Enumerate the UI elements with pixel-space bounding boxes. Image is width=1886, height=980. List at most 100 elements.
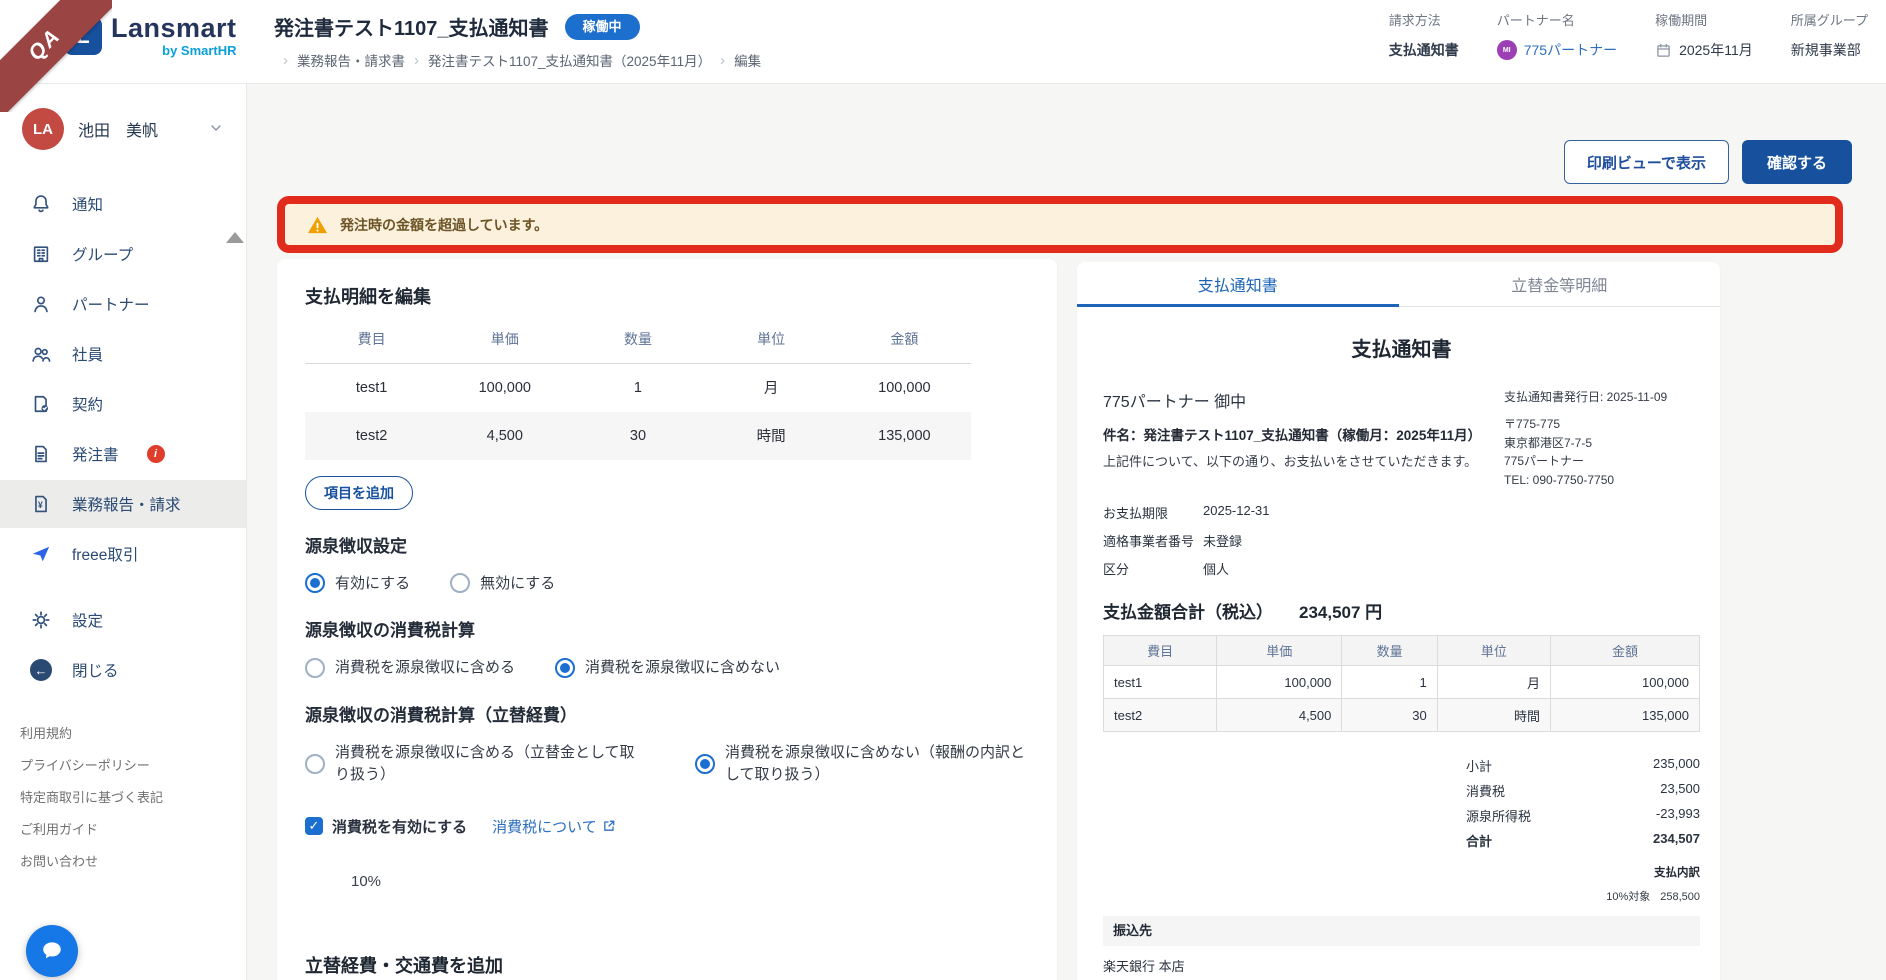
cell-amount: 135,000 bbox=[1550, 699, 1699, 732]
sidebar-scroll-indicator[interactable] bbox=[226, 232, 244, 243]
col-header-category: 費目 bbox=[1104, 636, 1217, 666]
sidebar-item-notifications[interactable]: 通知 bbox=[0, 180, 246, 228]
radio-expense-include[interactable]: 消費税を源泉徴収に含める（立替金として取り扱う） bbox=[305, 742, 639, 786]
footer-link-guide[interactable]: ご利用ガイド bbox=[20, 814, 246, 846]
payment-notice-document: 支払通知書 775パートナー 御中 件名：発注書テスト1107_支払通知書（稼働… bbox=[1077, 333, 1720, 980]
tax-calc-expense-options: 消費税を源泉徴収に含める（立替金として取り扱う） 消費税を源泉徴収に含めない（報… bbox=[305, 742, 1029, 786]
chevron-right-icon: › bbox=[283, 52, 288, 69]
sidebar-item-freee[interactable]: freee取引 bbox=[0, 530, 246, 578]
group-value: 新規事業部 bbox=[1791, 40, 1868, 60]
breadcrumb-item-reports[interactable]: 業務報告・請求書 bbox=[297, 50, 405, 70]
radio-icon bbox=[305, 658, 325, 678]
cell-quantity: 1 bbox=[571, 364, 704, 412]
bank-section-title: 振込先 bbox=[1103, 916, 1700, 946]
col-header-unit: 単位 bbox=[705, 329, 838, 364]
chat-widget-button[interactable] bbox=[26, 925, 78, 977]
tax-info-link[interactable]: 消費税について bbox=[492, 816, 616, 837]
editor-title: 支払明細を編集 bbox=[305, 283, 1029, 309]
partner-name-label: パートナー名 bbox=[1497, 10, 1617, 29]
tax-calc-options: 消費税を源泉徴収に含める 消費税を源泉徴収に含めない bbox=[305, 657, 1029, 679]
cell-category: test2 bbox=[305, 412, 438, 460]
billing-method-label: 請求方法 bbox=[1389, 10, 1459, 29]
due-date-value: 2025-12-31 bbox=[1203, 503, 1270, 522]
grand-total-label: 支払金額合計（税込） bbox=[1103, 598, 1273, 623]
breakdown-rate-label: 10%対象 bbox=[1606, 891, 1650, 903]
logo-mark-icon: L bbox=[64, 17, 102, 55]
confirm-button[interactable]: 確認する bbox=[1742, 140, 1852, 184]
cell-unit-price: 4,500 bbox=[438, 412, 571, 460]
table-row: test1 100,000 1 月 100,000 bbox=[1104, 666, 1700, 699]
tax-value: 23,500 bbox=[1660, 781, 1700, 800]
document-preview-panel: 支払通知書 立替金等明細 支払通知書 775パートナー 御中 件名：発注書テスト… bbox=[1077, 262, 1720, 980]
radio-tax-exclude[interactable]: 消費税を源泉徴収に含めない bbox=[555, 657, 780, 679]
footer-link-privacy[interactable]: プライバシーポリシー bbox=[20, 750, 246, 782]
tax-enable-checkbox[interactable]: ✓ bbox=[305, 817, 323, 835]
footer-link-commercial-law[interactable]: 特定商取引に基づく表記 bbox=[20, 782, 246, 814]
warning-message: 発注時の金額を超過しています。 bbox=[340, 215, 548, 235]
radio-tax-include[interactable]: 消費税を源泉徴収に含める bbox=[305, 657, 515, 679]
footer-link-contact[interactable]: お問い合わせ bbox=[20, 846, 246, 878]
cell-quantity: 30 bbox=[571, 412, 704, 460]
cell-unit: 時間 bbox=[705, 412, 838, 460]
document-subject: 件名：発注書テスト1107_支払通知書（稼働月：2025年11月） bbox=[1103, 424, 1490, 444]
cell-category: test1 bbox=[1104, 666, 1217, 699]
invoice-number-label: 適格事業者番号 bbox=[1103, 531, 1203, 550]
sidebar-item-contracts[interactable]: 契約 bbox=[0, 380, 246, 428]
chevron-right-icon: › bbox=[720, 52, 725, 69]
tax-enable-label: 消費税を有効にする bbox=[332, 816, 467, 837]
sidebar-item-collapse[interactable]: ← 閉じる bbox=[0, 646, 246, 694]
radio-icon bbox=[555, 658, 575, 678]
sidebar: LA 池田 美帆 通知 グループ パートナー bbox=[0, 84, 247, 980]
tab-reimbursement-detail[interactable]: 立替金等明細 bbox=[1399, 262, 1721, 306]
sidebar-item-partners[interactable]: パートナー bbox=[0, 280, 246, 328]
tab-payment-notice[interactable]: 支払通知書 bbox=[1077, 262, 1399, 306]
bank-name: 楽天銀行 本店 bbox=[1103, 957, 1700, 978]
sidebar-item-label: 発注書 bbox=[72, 443, 119, 465]
user-avatar: LA bbox=[22, 108, 64, 150]
sidebar-item-employees[interactable]: 社員 bbox=[0, 330, 246, 378]
preview-items-table: 費目 単価 数量 単位 金額 test1 100,000 1 月 bbox=[1103, 635, 1700, 732]
sidebar-item-groups[interactable]: グループ bbox=[0, 230, 246, 278]
radio-withholding-disable[interactable]: 無効にする bbox=[450, 573, 555, 595]
col-header-category: 費目 bbox=[305, 329, 438, 364]
table-row[interactable]: test1 100,000 1 月 100,000 bbox=[305, 364, 971, 412]
tax-label: 消費税 bbox=[1466, 781, 1505, 800]
payment-items-table: 費目 単価 数量 単位 金額 test1 100,000 1 月 100,000 bbox=[305, 329, 971, 460]
radio-icon bbox=[305, 573, 325, 593]
print-view-button[interactable]: 印刷ビューで表示 bbox=[1564, 140, 1729, 184]
partner-name-link[interactable]: 775パートナー bbox=[1524, 40, 1617, 60]
sidebar-item-label: 通知 bbox=[72, 193, 103, 215]
group-label: 所属グループ bbox=[1791, 10, 1868, 29]
chat-bubble-icon bbox=[39, 938, 65, 964]
sidebar-nav: 通知 グループ パートナー 社員 bbox=[0, 180, 246, 694]
sidebar-item-label: 契約 bbox=[72, 393, 103, 415]
sidebar-item-settings[interactable]: 設定 bbox=[0, 596, 246, 644]
col-header-unit: 単位 bbox=[1437, 636, 1550, 666]
total-label: 合計 bbox=[1466, 831, 1492, 850]
breadcrumb-item-document[interactable]: 発注書テスト1107_支払通知書（2025年11月） bbox=[428, 50, 711, 70]
radio-expense-exclude[interactable]: 消費税を源泉徴収に含めない（報酬の内訳として取り扱う） bbox=[695, 742, 1029, 786]
add-item-button[interactable]: 項目を追加 bbox=[305, 476, 413, 510]
status-badge: 稼働中 bbox=[565, 14, 640, 40]
classification-value: 個人 bbox=[1203, 559, 1229, 578]
working-period-label: 稼働期間 bbox=[1655, 10, 1753, 29]
sidebar-item-label: 社員 bbox=[72, 343, 103, 365]
sidebar-item-label: パートナー bbox=[72, 293, 150, 315]
tax-rate-value: 10% bbox=[351, 873, 1029, 890]
withholding-tax-label: 源泉所得税 bbox=[1466, 806, 1531, 825]
sender-tel: TEL: 090-7750-7750 bbox=[1504, 471, 1700, 490]
table-row[interactable]: test2 4,500 30 時間 135,000 bbox=[305, 412, 971, 460]
tax-calc-expense-title: 源泉徴収の消費税計算（立替経費） bbox=[305, 701, 1029, 726]
sidebar-item-work-reports[interactable]: ¥ 業務報告・請求 bbox=[0, 480, 246, 528]
col-header-quantity: 数量 bbox=[571, 329, 704, 364]
calendar-icon bbox=[1655, 42, 1672, 59]
radio-withholding-enable[interactable]: 有効にする bbox=[305, 573, 410, 595]
sidebar-item-label: 業務報告・請求 bbox=[72, 493, 181, 515]
sidebar-item-purchase-orders[interactable]: 発注書 i bbox=[0, 430, 246, 478]
user-menu[interactable]: LA 池田 美帆 bbox=[0, 84, 246, 150]
app-logo[interactable]: L Lansmart by SmartHR bbox=[64, 14, 237, 58]
table-row: test2 4,500 30 時間 135,000 bbox=[1104, 699, 1700, 732]
cell-unit-price: 100,000 bbox=[438, 364, 571, 412]
sidebar-item-label: グループ bbox=[72, 243, 133, 265]
footer-link-terms[interactable]: 利用規約 bbox=[20, 718, 246, 750]
